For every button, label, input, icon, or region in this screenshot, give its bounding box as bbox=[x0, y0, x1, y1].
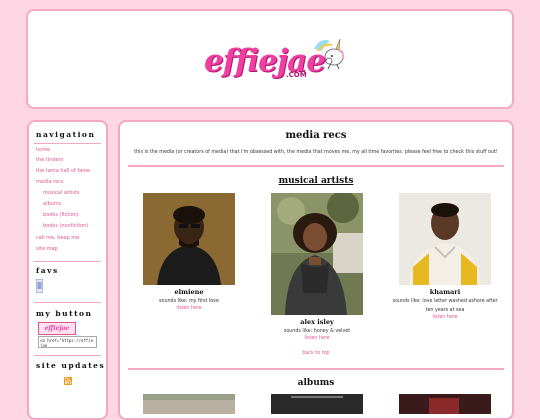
logo-suffix: .COM bbox=[286, 71, 307, 79]
nav-item-tama-hall-of-fame[interactable]: the tama hall of fame bbox=[36, 168, 90, 174]
artist-photo[interactable] bbox=[143, 193, 235, 285]
artist-name: elmiene bbox=[174, 288, 204, 296]
divider bbox=[128, 165, 504, 167]
site-88x31-button[interactable]: effiejae bbox=[38, 322, 76, 335]
my-button-heading: my button bbox=[36, 309, 93, 318]
nav-item-site-map[interactable]: site map bbox=[36, 246, 58, 252]
album-cover[interactable] bbox=[143, 394, 235, 414]
favs-badge-icon[interactable] bbox=[36, 279, 43, 293]
back-to-top-link[interactable]: back to top bbox=[120, 351, 512, 356]
album-cover[interactable] bbox=[399, 394, 491, 414]
divider bbox=[128, 368, 504, 370]
nav-item-albums[interactable]: albums bbox=[43, 201, 61, 207]
nav-item-books-nonfiction[interactable]: books (nonfiction) bbox=[43, 223, 88, 229]
divider bbox=[34, 261, 101, 262]
artist-description: sounds like: honey & velvet bbox=[283, 329, 351, 334]
listen-link[interactable]: listen here bbox=[271, 336, 363, 341]
site-updates-heading: site updates bbox=[36, 361, 106, 370]
listen-link[interactable]: listen here bbox=[143, 306, 235, 311]
divider bbox=[34, 143, 101, 144]
artist-name: khamari bbox=[429, 288, 461, 296]
nav-item-call-me-beep-me[interactable]: call me, beep me bbox=[36, 235, 79, 241]
albums-heading: albums bbox=[297, 378, 335, 388]
navigation-heading: navigation bbox=[36, 130, 96, 139]
listen-link[interactable]: listen here bbox=[399, 315, 491, 320]
intro-text: this is the media (or creators of media)… bbox=[134, 150, 498, 155]
sidebar: navigation home the tinders the tama hal… bbox=[27, 120, 108, 420]
site-logo[interactable]: effiejae .COM bbox=[204, 38, 345, 91]
artist-photo[interactable] bbox=[271, 193, 363, 315]
artist-description: sounds like: love letter washed ashore a… bbox=[392, 299, 498, 313]
divider bbox=[34, 355, 101, 356]
nav-item-musical-artists[interactable]: musical artists bbox=[43, 190, 79, 196]
nav-item-home[interactable]: home bbox=[36, 147, 50, 153]
favs-heading: favs bbox=[36, 266, 59, 275]
album-cover[interactable] bbox=[271, 394, 363, 414]
nav-item-books-fiction[interactable]: books (fiction) bbox=[43, 212, 79, 218]
unicorn-sticker-icon bbox=[314, 38, 345, 70]
musical-artists-heading: musical artists bbox=[278, 176, 354, 186]
main-content: media recs this is the media (or creator… bbox=[118, 120, 514, 420]
page-title: media recs bbox=[285, 130, 347, 141]
nav-item-tinders[interactable]: the tinders bbox=[36, 157, 63, 163]
nav-item-media-recs[interactable]: media recs bbox=[36, 179, 64, 185]
artist-photo[interactable] bbox=[399, 193, 491, 285]
artist-name: alex isley bbox=[300, 318, 334, 326]
rss-feed-icon[interactable] bbox=[64, 377, 72, 385]
button-code-textarea[interactable]: <a href="https://effiejae bbox=[38, 336, 97, 348]
artist-description: sounds like: my first love bbox=[159, 299, 219, 304]
divider bbox=[34, 302, 101, 303]
site-header: effiejae .COM bbox=[26, 9, 514, 109]
